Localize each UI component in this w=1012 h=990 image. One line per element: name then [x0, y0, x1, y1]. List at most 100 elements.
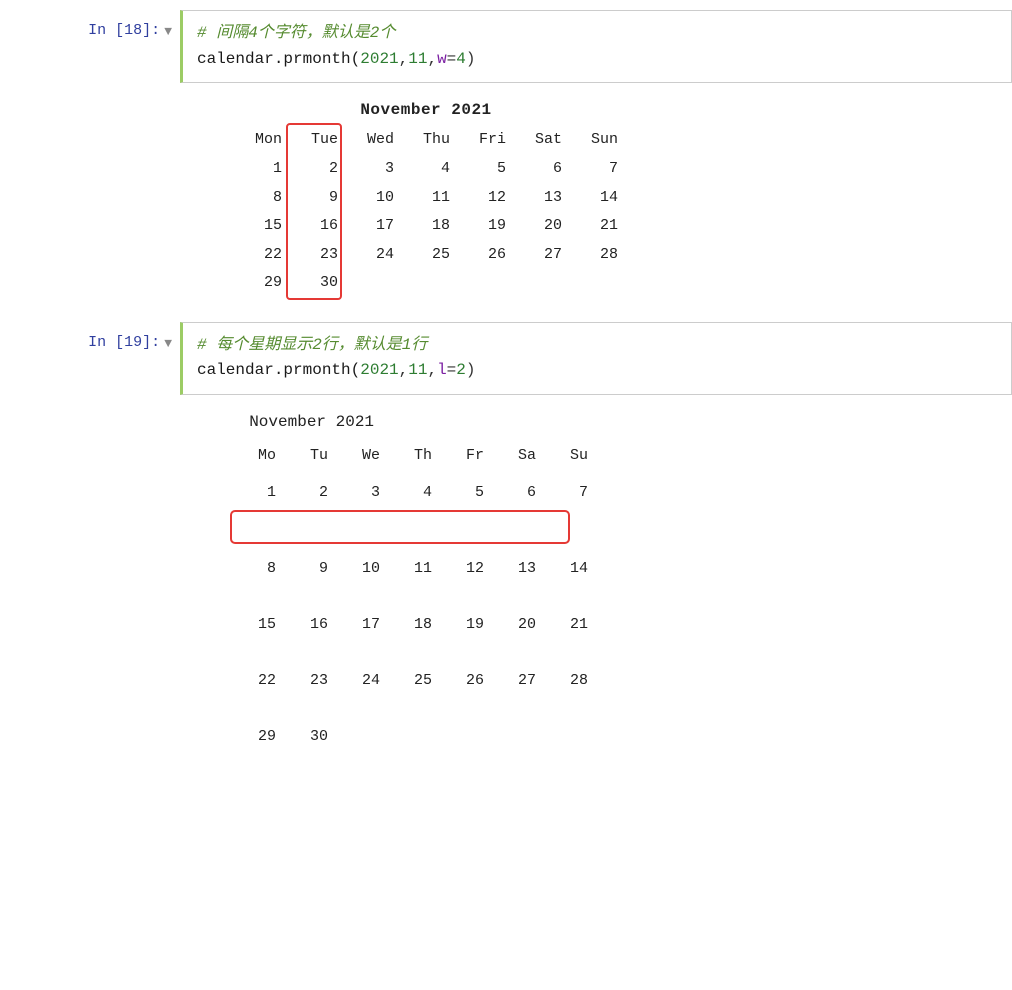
cal1-r4-Tue: 23 [286, 241, 342, 270]
cell-19-eq: = [447, 361, 457, 379]
cal1-r1-Wed: 3 [342, 155, 398, 184]
cal2-week5-row1: 29 30 [230, 722, 982, 752]
cal2-hdr-Mo: Mo [230, 447, 282, 464]
cal1-r3-Sun: 21 [566, 212, 622, 241]
cal1-row-4: 22 23 24 25 26 27 28 [230, 241, 622, 270]
cell-18-eq: = [447, 50, 457, 68]
cal1-r4-Wed: 24 [342, 241, 398, 270]
cell-19-arg1: 2021 [360, 361, 398, 379]
cal2-w2-We: 10 [334, 554, 386, 584]
cell-18-label-text: In [18]: [88, 22, 160, 39]
cell-19-close: ) [466, 361, 476, 379]
cal2-w1-We: 3 [334, 478, 386, 508]
output-19: November 2021 Mo Tu We Th Fr Sa Su 1 2 3… [180, 395, 1012, 802]
cell-19-arrow: ▼ [164, 336, 172, 351]
cal2-w3-We: 17 [334, 610, 386, 640]
cal2-w2-Fr: 12 [438, 554, 490, 584]
cell-19-func: calendar.prmonth( [197, 361, 360, 379]
cal1-row-5: 29 30 [230, 269, 622, 298]
cal2-week2: 8 9 10 11 12 13 14 [230, 554, 982, 602]
cal1-r2-Fri: 12 [454, 184, 510, 213]
cal2-hdr-Sa: Sa [490, 447, 542, 464]
cal1-r5-Sun [566, 269, 622, 298]
cal1-r5-Wed [342, 269, 398, 298]
cell-18-code: calendar.prmonth(2021,11,w=4) [197, 47, 997, 73]
cal1-row-2: 8 9 10 11 12 13 14 [230, 184, 622, 213]
cal2-w5-Fr [438, 722, 490, 752]
cal2-w1-Th: 4 [386, 478, 438, 508]
cal1-r2-Sat: 13 [510, 184, 566, 213]
cal2-w5-We [334, 722, 386, 752]
cal2-w2-Tu: 9 [282, 554, 334, 584]
cal1-row-1: 1 2 3 4 5 6 7 [230, 155, 622, 184]
cal1-r4-Thu: 25 [398, 241, 454, 270]
cal1-r4-Sun: 28 [566, 241, 622, 270]
cal2-w5-Su [542, 722, 594, 752]
cal1-r4-Fri: 26 [454, 241, 510, 270]
cal1-header-Tue: Tue [286, 125, 342, 155]
cal1-r1-Sun: 7 [566, 155, 622, 184]
cal2-hdr-Th: Th [386, 447, 438, 464]
cell-18-arg1: 2021 [360, 50, 398, 68]
cal2-week3: 15 16 17 18 19 20 21 [230, 610, 982, 658]
cal2-w4-Su: 28 [542, 666, 594, 696]
calendar-1: November 2021 Mon Tue Wed Thu Fri Sat Su… [230, 101, 622, 298]
cal1-header-Thu: Thu [398, 125, 454, 155]
cal2-week5-spacer [230, 752, 982, 770]
cal1-r1-Mon: 1 [230, 155, 286, 184]
cell-19: In [19]: ▼ # 每个星期显示2行，默认是1行 calendar.prm… [0, 322, 1012, 395]
cal1-r3-Mon: 15 [230, 212, 286, 241]
cal1-r3-Fri: 19 [454, 212, 510, 241]
cal1-r5-Sat [510, 269, 566, 298]
cal1-header-Sat: Sat [510, 125, 566, 155]
cal2-week3-row1: 15 16 17 18 19 20 21 [230, 610, 982, 640]
cal2-hdr-We: We [334, 447, 386, 464]
cell-19-comma1: , [399, 361, 409, 379]
cal2-w4-Fr: 26 [438, 666, 490, 696]
cal1-r1-Sat: 6 [510, 155, 566, 184]
cal1-r4-Sat: 27 [510, 241, 566, 270]
output-18: November 2021 Mon Tue Wed Thu Fri Sat Su… [180, 83, 1012, 322]
cal1-r2-Wed: 10 [342, 184, 398, 213]
cal2-w4-We: 24 [334, 666, 386, 696]
cell-19-comma2: , [427, 361, 437, 379]
cal2-week2-row1: 8 9 10 11 12 13 14 [230, 554, 982, 584]
notebook: In [18]: ▼ # 间隔4个字符，默认是2个 calendar.prmon… [0, 0, 1012, 812]
cal1-r5-Fri [454, 269, 510, 298]
cal2-w4-Tu: 23 [282, 666, 334, 696]
cal1-r3-Wed: 17 [342, 212, 398, 241]
cal1-r1-Fri: 5 [454, 155, 510, 184]
cal2-w1-Sa: 6 [490, 478, 542, 508]
cal1-header-Sun: Sun [566, 125, 622, 155]
cal2-hdr-Tu: Tu [282, 447, 334, 464]
cal2-week2-spacer [230, 584, 982, 602]
cell-18-comma1: , [399, 50, 409, 68]
cal2-w3-Sa: 20 [490, 610, 542, 640]
cal2-week4-row1: 22 23 24 25 26 27 28 [230, 666, 982, 696]
cal1-header-Fri: Fri [454, 125, 510, 155]
cell-18-comment-text: # 间隔4个字符，默认是2个 [197, 24, 395, 42]
cal1-r5-Tue: 30 [286, 269, 342, 298]
cal1-r5-Thu [398, 269, 454, 298]
cell-18: In [18]: ▼ # 间隔4个字符，默认是2个 calendar.prmon… [0, 10, 1012, 83]
cal2-week1-row2 [230, 508, 982, 546]
cell-18-arg2: 11 [408, 50, 427, 68]
cal2-week4: 22 23 24 25 26 27 28 [230, 666, 982, 714]
cal1-r3-Sat: 20 [510, 212, 566, 241]
cell-18-comment: # 间隔4个字符，默认是2个 [197, 21, 997, 47]
cal1-r2-Tue: 9 [286, 184, 342, 213]
cal2-w2-Th: 11 [386, 554, 438, 584]
cal2-w5-Mo: 29 [230, 722, 282, 752]
cal2-w1-Tu: 2 [282, 478, 334, 508]
cal2-w4-Sa: 27 [490, 666, 542, 696]
cal2-week1: 1 2 3 4 5 6 7 [230, 478, 982, 546]
cal2-w5-Sa [490, 722, 542, 752]
cell-18-comma2: , [427, 50, 437, 68]
cal2-w3-Tu: 16 [282, 610, 334, 640]
cell-19-content: # 每个星期显示2行，默认是1行 calendar.prmonth(2021,1… [180, 322, 1012, 395]
cal2-w3-Th: 18 [386, 610, 438, 640]
cal2-header: Mo Tu We Th Fr Sa Su [230, 447, 982, 464]
cell-19-val: 2 [456, 361, 466, 379]
cal1-r2-Sun: 14 [566, 184, 622, 213]
cal1-r5-Mon: 29 [230, 269, 286, 298]
